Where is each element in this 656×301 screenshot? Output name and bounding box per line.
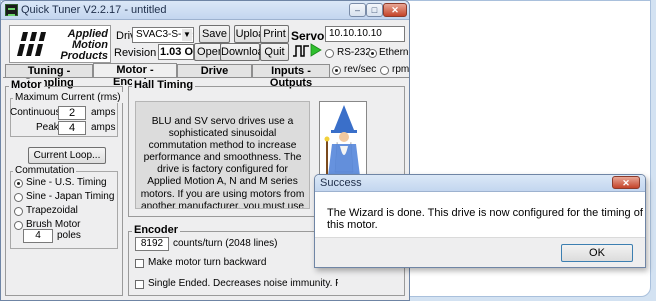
commutation-title: Commutation [13,165,77,176]
dialog-message: The Wizard is done. This drive is now co… [327,207,643,231]
logo-line-1: Applied [67,28,108,40]
peak-label: Peak [36,122,59,133]
revision-label: Revision [114,47,157,59]
window-title: Quick Tuner V2.2.17 - untitled [21,4,167,16]
motor-backward-checkbox[interactable] [135,259,144,268]
timing-wizard-button[interactable] [319,101,367,181]
app-icon [5,4,18,16]
rev-sec-radio[interactable] [332,66,341,75]
rs232-radio[interactable] [325,49,334,58]
ip-address-field[interactable]: 10.10.10.10 [325,26,405,42]
save-button[interactable]: Save [199,25,230,43]
tab-drive[interactable]: Drive [177,64,252,77]
peak-amps-label: amps [91,122,116,133]
logo-line-3: Products [60,50,108,62]
motor-backward-label: Make motor turn backward [148,257,267,268]
logo-mark-icon [15,32,49,56]
poles-label: poles [57,230,81,241]
hall-timing-title: Hall Timing [132,79,196,91]
peak-current-input[interactable]: 4 [58,121,86,135]
minimize-icon[interactable]: – [349,3,366,17]
rev-sec-label: rev/sec [344,64,377,75]
close-icon[interactable]: ✕ [383,3,407,17]
dialog-title-bar[interactable]: Success ✕ [315,175,645,192]
ethernet-label: Ethernet [379,47,409,58]
revision-field: 1.03 O [158,44,194,60]
continuous-amps-label: amps [91,107,116,118]
sine-us-label: Sine - U.S. Timing [26,177,107,188]
wizard-icon [324,105,360,176]
hall-timing-description: BLU and SV servo drives use a sophistica… [135,101,310,209]
trapezoidal-radio[interactable] [14,207,23,216]
dialog-title: Success [320,177,362,189]
maximize-icon[interactable]: □ [366,3,383,17]
motor-group-title: Motor [9,79,44,91]
title-bar[interactable]: Quick Tuner V2.2.17 - untitled – □ ✕ [1,1,409,20]
applied-motion-logo: Applied Motion Products [9,25,111,63]
current-loop-button[interactable]: Current Loop... [28,147,106,164]
servo-label: Servo [291,29,325,43]
encoder-counts-label: counts/turn (2048 lines) [173,238,278,249]
dialog-close-icon[interactable]: ✕ [612,176,640,189]
chevron-down-icon[interactable]: ▼ [182,29,192,41]
single-ended-checkbox[interactable] [135,280,144,289]
tab-divider [3,77,409,78]
step-signal-icon[interactable] [292,44,310,58]
sine-japan-label: Sine - Japan Timing [26,191,115,202]
quit-button[interactable]: Quit [260,43,289,61]
sine-japan-radio[interactable] [14,193,23,202]
download-button[interactable]: Download [220,43,270,61]
ethernet-radio[interactable] [368,49,377,58]
continuous-current-input[interactable]: 2 [58,106,86,120]
drive-select[interactable]: SVAC3-S-120 ▼ [132,27,194,43]
ok-button[interactable]: OK [561,244,633,262]
tab-inputs-outputs[interactable]: Inputs - Outputs [252,64,330,89]
rpm-label: rpm [392,64,410,75]
brush-motor-radio[interactable] [14,221,23,230]
rs232-label: RS-232 [337,47,371,58]
trapezoidal-label: Trapezoidal [26,205,78,216]
print-button[interactable]: Print [260,25,289,43]
tab-tuning-sampling[interactable]: Tuning - Sampling [5,64,93,89]
continuous-label: Continuous [10,107,61,118]
tab-motor-encoder[interactable]: Motor - Encoder [93,63,177,88]
encoder-counts-input[interactable]: 8192 [135,237,169,251]
rpm-radio[interactable] [380,66,389,75]
sine-us-radio[interactable] [14,179,23,188]
max-current-title: Maximum Current (rms) [13,92,123,103]
success-dialog: Success ✕ The Wizard is done. This drive… [314,174,646,268]
single-ended-label: Single Ended. Decreases noise immunity. … [148,278,338,289]
encoder-title: Encoder [132,224,181,236]
poles-input[interactable]: 4 [23,229,53,243]
play-icon[interactable] [310,43,322,57]
logo-line-2: Motion [71,39,108,51]
